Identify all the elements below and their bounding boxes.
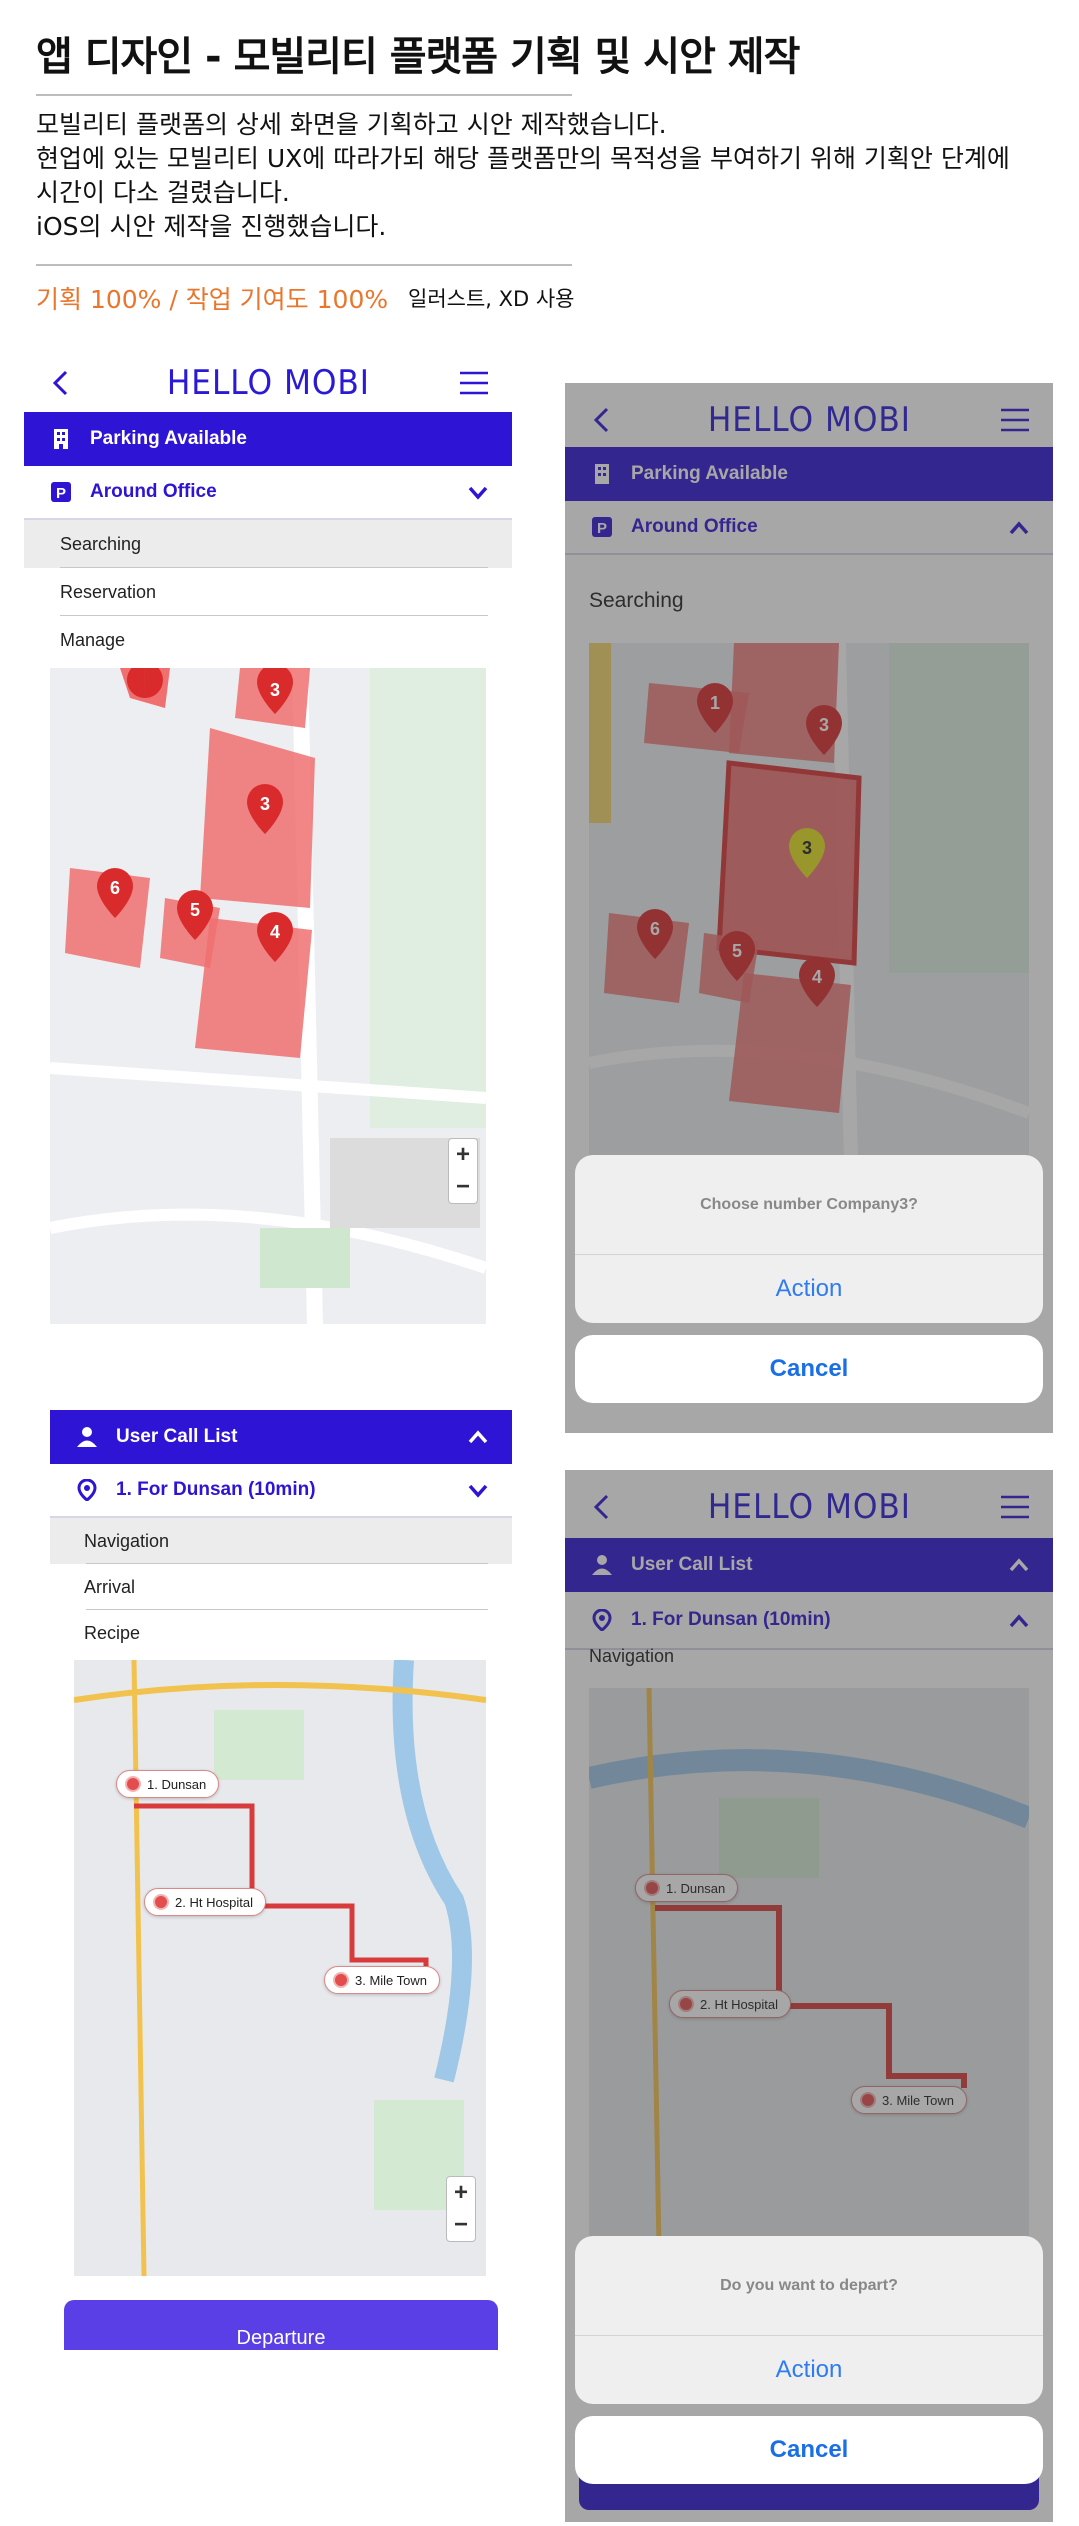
chevron-down-icon[interactable] <box>468 486 488 500</box>
tools-text: 일러스트, XD 사용 <box>408 287 575 311</box>
chevron-up-icon[interactable] <box>468 1430 488 1444</box>
parking-available-bar[interactable]: Parking Available <box>24 412 512 466</box>
menu-item-label: Navigation <box>84 1530 170 1551</box>
zoom-out-button[interactable]: − <box>454 2211 468 2239</box>
svg-text:P: P <box>56 485 66 502</box>
building-icon <box>54 429 68 449</box>
app-bar: HELLO MOBI <box>24 346 512 420</box>
screen-parking-menu: HELLO MOBI Parking Available P Around Of… <box>24 346 512 1330</box>
pin-label: 3 <box>270 680 280 700</box>
map-graphic: 3 3 6 5 4 <box>50 668 486 1324</box>
route-stop-label: 1. Dunsan <box>147 1776 207 1792</box>
pin-label: 3 <box>260 794 270 814</box>
parking-map[interactable]: 3 3 6 5 4 + − <box>50 668 486 1324</box>
route-stop-label: 2. Ht Hospital <box>175 1894 254 1910</box>
zoom-control[interactable]: + − <box>446 2176 476 2242</box>
route-stop[interactable]: 2. Ht Hospital <box>144 1888 267 1916</box>
pin-label: 6 <box>110 878 120 898</box>
page-title: 앱 디자인 - 모빌리티 플랫폼 기획 및 시안 제작 <box>36 34 800 80</box>
menu-item-recipe[interactable]: Recipe <box>50 1610 512 1656</box>
action-button[interactable]: Action <box>575 2336 1043 2404</box>
zoom-control[interactable]: + − <box>448 1138 478 1204</box>
menu-item-searching[interactable]: Searching <box>24 520 512 568</box>
title-divider <box>36 94 572 96</box>
cancel-button[interactable]: Cancel <box>575 1335 1043 1403</box>
action-button[interactable]: Action <box>575 1255 1043 1323</box>
hamburger-icon[interactable] <box>458 370 490 396</box>
cancel-button[interactable]: Cancel <box>575 2416 1043 2484</box>
description-line: 시간이 다소 걸렸습니다. <box>36 178 290 207</box>
parking-available-label: Parking Available <box>90 428 247 449</box>
dialog-question: Choose number Company3? <box>575 1155 1043 1255</box>
user-icon <box>77 1427 97 1447</box>
menu-item-label: Arrival <box>84 1576 136 1597</box>
screen-company-dialog: HELLO MOBI Parking Available P Around Of… <box>565 383 1053 1433</box>
menu-item-label: Searching <box>60 533 142 554</box>
description-line: 모빌리티 플랫폼의 상세 화면을 기획하고 시안 제작했습니다. <box>36 110 667 139</box>
brand-logo: HELLO MOBI <box>166 363 370 403</box>
back-icon[interactable] <box>48 368 74 398</box>
route-select-label: 1. For Dunsan (10min) <box>116 1479 316 1500</box>
action-sheet: Do you want to depart? Action <box>575 2236 1043 2404</box>
screen-depart-dialog: HELLO MOBI User Call List 1. For Dunsan … <box>565 1470 1053 2522</box>
route-map[interactable]: 1. Dunsan 2. Ht Hospital 3. Mile Town + … <box>74 1660 486 2276</box>
screen-user-call-list: User Call List 1. For Dunsan (10min) Nav… <box>50 1410 512 2350</box>
menu-item-reservation[interactable]: Reservation <box>24 568 512 616</box>
zoom-in-button[interactable]: + <box>456 1141 470 1169</box>
menu-item-label: Recipe <box>84 1622 141 1643</box>
menu-item-navigation[interactable]: Navigation <box>50 1518 512 1564</box>
route-stop-label: 3. Mile Town <box>355 1972 428 1988</box>
description-line: 현업에 있는 모빌리티 UX에 따라가되 해당 플랫폼만의 목적성을 부여하기 … <box>36 144 1010 173</box>
location-select[interactable]: P Around Office <box>24 466 512 520</box>
location-pin-icon <box>77 1479 97 1501</box>
chevron-down-icon[interactable] <box>468 1484 488 1498</box>
departure-button[interactable]: Departure <box>64 2300 498 2350</box>
pin-label: 5 <box>190 900 200 920</box>
description-line: iOS의 시안 제작을 진행했습니다. <box>36 212 387 241</box>
user-call-list-bar[interactable]: User Call List <box>50 1410 512 1464</box>
dialog-question: Do you want to depart? <box>575 2236 1043 2336</box>
parking-icon: P <box>51 482 71 502</box>
user-call-list-label: User Call List <box>116 1426 238 1447</box>
route-stop[interactable]: 1. Dunsan <box>116 1770 220 1798</box>
menu-item-label: Manage <box>60 629 126 650</box>
credit-text: 기획 100% / 작업 기여도 100% <box>36 285 389 314</box>
menu-item-label: Reservation <box>60 581 157 602</box>
location-select-label: Around Office <box>90 481 217 502</box>
menu-item-arrival[interactable]: Arrival <box>50 1564 512 1610</box>
action-sheet: Choose number Company3? Action <box>575 1155 1043 1323</box>
description: 모빌리티 플랫폼의 상세 화면을 기획하고 시안 제작했습니다. 현업에 있는 … <box>36 108 1046 244</box>
menu-item-manage[interactable]: Manage <box>24 616 512 664</box>
zoom-out-button[interactable]: − <box>456 1173 470 1201</box>
credit-divider <box>36 264 572 266</box>
pin-label: 4 <box>270 922 280 942</box>
route-select[interactable]: 1. For Dunsan (10min) <box>50 1464 512 1518</box>
zoom-in-button[interactable]: + <box>454 2179 468 2207</box>
route-stop[interactable]: 3. Mile Town <box>324 1966 441 1994</box>
